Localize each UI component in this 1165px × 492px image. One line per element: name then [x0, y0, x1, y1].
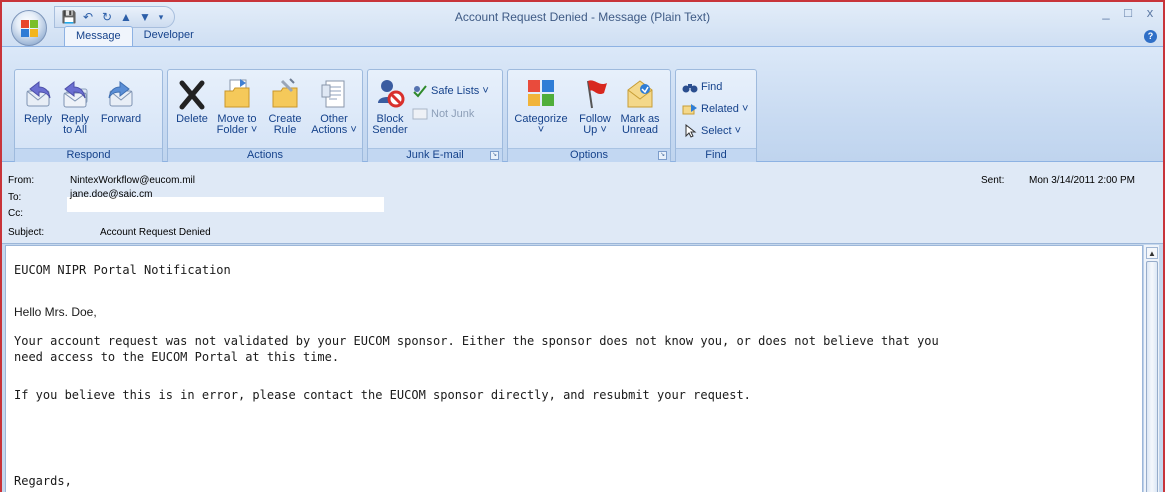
reply-icon — [26, 80, 51, 107]
close-button[interactable]: x — [1143, 5, 1157, 20]
related-button[interactable]: Related ˅ — [682, 101, 748, 117]
block-sender-button[interactable]: Block Sender — [372, 77, 408, 136]
body-line: Regards, — [14, 474, 72, 488]
from-value[interactable]: NintexWorkflow@eucom.mil — [70, 175, 195, 186]
help-icon[interactable]: ? — [1144, 30, 1157, 43]
not-junk-button[interactable]: Not Junk — [412, 106, 474, 122]
select-button[interactable]: Select ˅ — [682, 123, 741, 139]
maximize-button[interactable]: □ — [1121, 5, 1135, 20]
body-line: EUCOM NIPR Portal Notification — [14, 263, 231, 277]
categorize-icon — [528, 80, 554, 106]
forward-button[interactable]: Forward — [99, 77, 143, 125]
respond-group: Reply Reply to All Forward Respond — [14, 69, 163, 163]
title-bar: 💾 ↶ ↻ ▲ ▼ ▾ Account Request Denied - Mes… — [2, 2, 1163, 46]
forward-icon — [108, 80, 133, 107]
mark-unread-icon — [627, 80, 653, 108]
move-folder-icon — [224, 79, 250, 108]
categorize-button[interactable]: Categorize ˅ — [512, 77, 570, 136]
actions-group-label: Actions — [168, 148, 362, 162]
minimize-button[interactable]: _ — [1099, 5, 1113, 20]
vertical-scrollbar[interactable]: ▲ — [1143, 245, 1159, 492]
not-junk-icon — [412, 108, 428, 120]
follow-up-button[interactable]: Follow Up ˅ — [576, 77, 614, 136]
scroll-up-icon[interactable]: ▲ — [1146, 247, 1158, 259]
reply-button[interactable]: Reply — [21, 77, 55, 125]
create-rule-icon — [272, 78, 298, 108]
message-body[interactable]: EUCOM NIPR Portal Notification Hello Mrs… — [5, 245, 1143, 492]
body-line: need access to the EUCOM Portal at this … — [14, 350, 340, 364]
ribbon: Reply Reply to All Forward Respond Delet… — [2, 46, 1163, 163]
cc-label: Cc: — [8, 208, 23, 219]
sent-value: Mon 3/14/2011 2:00 PM — [1029, 175, 1135, 186]
reply-all-icon — [63, 80, 88, 108]
actions-group: Delete Move to Folder ˅ Create Rule Othe… — [167, 69, 363, 163]
from-label: From: — [8, 175, 35, 186]
reply-all-button[interactable]: Reply to All — [55, 77, 95, 136]
delete-icon — [179, 80, 205, 110]
binoculars-icon — [682, 84, 698, 93]
window-title: Account Request Denied - Message (Plain … — [454, 10, 711, 24]
block-sender-icon — [378, 80, 405, 108]
sent-label: Sent: — [981, 175, 1005, 186]
outlook-message-window: 💾 ↶ ↻ ▲ ▼ ▾ Account Request Denied - Mes… — [0, 0, 1165, 492]
tab-message[interactable]: Message — [64, 26, 133, 46]
safe-lists-button[interactable]: Safe Lists ˅ — [412, 83, 489, 99]
respond-group-label: Respond — [15, 148, 162, 162]
body-line: Your account request was not validated b… — [14, 334, 939, 348]
find-button[interactable]: Find — [682, 79, 722, 95]
move-to-folder-button[interactable]: Move to Folder ˅ — [214, 77, 260, 136]
cursor-select-icon — [685, 124, 697, 138]
window-controls: _ □ x — [1099, 5, 1157, 20]
options-launcher-icon[interactable]: ↘ — [658, 151, 667, 160]
ribbon-tabs: Message Developer — [64, 26, 205, 46]
follow-up-flag-icon — [587, 80, 607, 109]
find-group: Find Related ˅ Select ˅ Find — [675, 69, 757, 163]
to-value[interactable]: jane.doe@saic.cm — [70, 189, 152, 200]
tab-developer[interactable]: Developer — [133, 26, 205, 46]
delete-button[interactable]: Delete — [174, 77, 210, 125]
scrollbar-thumb[interactable] — [1146, 261, 1158, 492]
related-icon — [682, 104, 697, 115]
other-actions-icon — [321, 80, 345, 108]
message-header: From: NintexWorkflow@eucom.mil To: jane.… — [2, 162, 1163, 244]
to-label: To: — [8, 192, 22, 203]
options-group-label: Options — [508, 148, 670, 162]
junk-email-launcher-icon[interactable]: ↘ — [490, 151, 499, 160]
subject-label: Subject: — [8, 227, 45, 238]
find-group-label: Find — [676, 148, 756, 162]
junk-email-group-label: Junk E-mail — [368, 148, 502, 162]
safe-lists-icon — [413, 85, 427, 98]
junk-email-group: Block Sender Safe Lists ˅ Not Junk Junk … — [367, 69, 503, 163]
other-actions-button[interactable]: Other Actions ˅ — [310, 77, 358, 136]
mark-as-unread-button[interactable]: Mark as Unread — [618, 77, 662, 136]
subject-value: Account Request Denied — [100, 227, 211, 238]
body-line: If you believe this is in error, please … — [14, 388, 751, 402]
body-line: Hello Mrs. Doe, — [14, 305, 97, 319]
options-group: Categorize ˅ Follow Up ˅ Mark as Unread … — [507, 69, 671, 163]
create-rule-button[interactable]: Create Rule — [266, 77, 304, 136]
